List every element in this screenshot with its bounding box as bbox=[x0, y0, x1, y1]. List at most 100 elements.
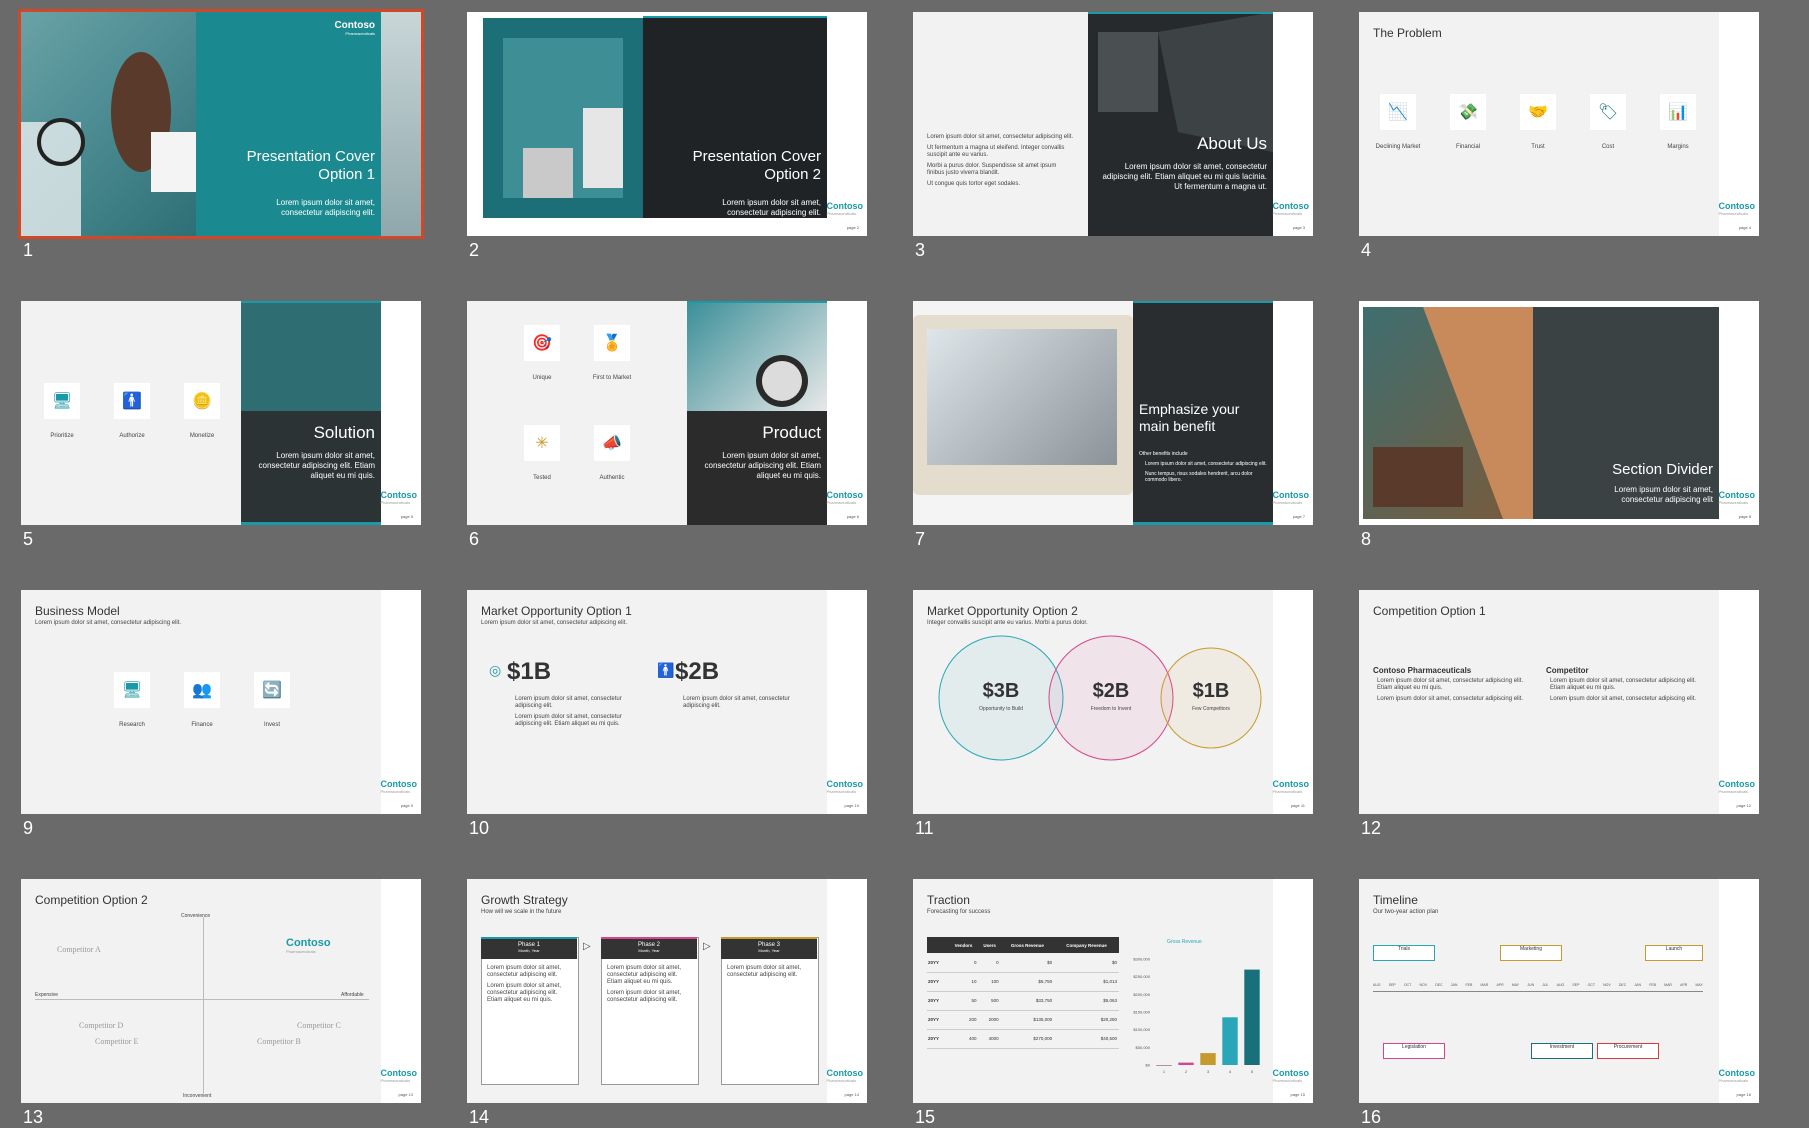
table-cell: 0 bbox=[974, 959, 977, 965]
month-label: DEC bbox=[1618, 983, 1627, 987]
slide-4[interactable]: The Problem 📉 💸 🤝 🏷 📊 Declining Market F… bbox=[1359, 12, 1759, 236]
x-tick-label: 4 bbox=[1229, 1069, 1232, 1074]
contoso-quadrant-logo: Contoso Pharmaceuticals bbox=[286, 937, 331, 954]
slide-thumb-14[interactable]: Growth Strategy How will we scale in the… bbox=[467, 879, 867, 1127]
slide-11[interactable]: Market Opportunity Option 2 Integer conv… bbox=[913, 590, 1313, 814]
monitor-icon: 🖥 bbox=[44, 383, 80, 419]
revenue-bar bbox=[1200, 1053, 1216, 1065]
slide-thumb-8[interactable]: Section Divider Lorem ipsum dolor sit am… bbox=[1359, 301, 1759, 549]
table-cell: 2000 bbox=[988, 1017, 999, 1022]
slide-10-title: Market Opportunity Option 1 bbox=[481, 604, 632, 618]
slide-number-9: 9 bbox=[23, 818, 34, 838]
slide-2[interactable]: Presentation Cover Option 2 Lorem ipsum … bbox=[467, 12, 867, 236]
slide-thumb-2[interactable]: Presentation Cover Option 2 Lorem ipsum … bbox=[467, 12, 867, 260]
month-label: SEP bbox=[1388, 983, 1396, 987]
bar-chart-icon: 📊 bbox=[1660, 94, 1696, 130]
slide-thumb-1[interactable]: Contoso Pharmaceuticals Presentation Cove… bbox=[18, 9, 424, 260]
y-tick-label: $200,000 bbox=[1133, 992, 1150, 997]
slide-number-1: 1 bbox=[23, 240, 34, 260]
slide-number-7: 7 bbox=[915, 529, 926, 549]
slide-13[interactable]: Competition Option 2 Convenience Inconve… bbox=[21, 879, 421, 1103]
month-label: JUN bbox=[1527, 983, 1535, 987]
table-row: 20YY 0 0 $0 $0 bbox=[927, 953, 1119, 972]
venn-circles bbox=[938, 635, 1262, 761]
dental-laptop-photo bbox=[913, 315, 1133, 495]
price-tag-icon: 🏷 bbox=[1590, 94, 1626, 130]
slide-number-11: 11 bbox=[915, 818, 934, 838]
person-icon: 🚹 bbox=[657, 662, 675, 678]
slide-6-title: Product bbox=[762, 423, 821, 442]
table-cell: 20YY bbox=[928, 1017, 940, 1022]
table-cell: 200 bbox=[969, 1017, 977, 1022]
slide-12-title: Competition Option 1 bbox=[1373, 604, 1486, 618]
x-tick-label: 1 bbox=[1163, 1069, 1166, 1074]
slide-7[interactable]: Emphasize your main benefit Other benefi… bbox=[913, 301, 1313, 525]
month-label: OCT bbox=[1587, 983, 1595, 987]
slide-number-4: 4 bbox=[1361, 240, 1372, 260]
instruments-photo bbox=[483, 18, 643, 218]
slide-3[interactable]: About Us Lorem ipsum dolor sit amet, con… bbox=[913, 12, 1313, 236]
slide-6[interactable]: Product Lorem ipsum dolor sit amet, cons… bbox=[467, 301, 867, 525]
revenue-bar bbox=[1222, 1017, 1238, 1065]
table-cell: 10 bbox=[971, 979, 977, 984]
megaphone-icon: 📣 bbox=[594, 425, 630, 461]
month-label: SEP bbox=[1572, 983, 1580, 987]
revenue-bar bbox=[1244, 969, 1260, 1065]
slide-number-10: 10 bbox=[469, 818, 490, 838]
table-cell: 4000 bbox=[988, 1036, 999, 1041]
month-label: AUG bbox=[1373, 983, 1381, 987]
table-row: 20YY 400 4000 $270,000 $40,500 bbox=[927, 1029, 1119, 1048]
month-label: APR bbox=[1496, 983, 1504, 987]
table-cell: 20YY bbox=[928, 998, 940, 1003]
month-label: MAY bbox=[1511, 983, 1520, 987]
target-icon: ◎ bbox=[489, 662, 502, 678]
slide-10[interactable]: Market Opportunity Option 1 Lorem ipsum … bbox=[467, 590, 867, 814]
slide-thumb-12[interactable]: Competition Option 1 Contoso Pharmaceuti… bbox=[1359, 590, 1759, 838]
month-label: MAR bbox=[1664, 983, 1672, 987]
slide-number-14: 14 bbox=[469, 1107, 490, 1127]
network-icon: ✳ bbox=[524, 425, 560, 461]
slide-thumb-15[interactable]: Traction Forecasting for success Vendors… bbox=[913, 879, 1313, 1127]
slide-1[interactable]: Contoso Pharmaceuticals Presentation Cove… bbox=[18, 9, 424, 239]
slide-12[interactable]: Competition Option 1 Contoso Pharmaceuti… bbox=[1359, 590, 1759, 814]
target-icon: 🎯 bbox=[524, 325, 560, 361]
slide-thumb-7[interactable]: Emphasize your main benefit Other benefi… bbox=[913, 301, 1313, 549]
table-cell: $6,750 bbox=[1038, 979, 1053, 984]
slide-thumb-3[interactable]: About Us Lorem ipsum dolor sit amet, con… bbox=[913, 12, 1313, 260]
declining-chart-icon: 📉 bbox=[1380, 94, 1416, 130]
month-label: MAY bbox=[1695, 983, 1703, 987]
slide-13-title: Competition Option 2 bbox=[35, 893, 148, 907]
slide-number-5: 5 bbox=[23, 529, 34, 549]
blood-pressure-photo bbox=[687, 301, 827, 411]
slide-number-8: 8 bbox=[1361, 529, 1372, 549]
slide-thumb-16[interactable]: Timeline Our two-year action plan AUG SEP… bbox=[1359, 879, 1759, 1127]
table-row: 20YY 50 500 $33,750 $5,063 bbox=[927, 991, 1119, 1010]
slide-thumb-13[interactable]: Competition Option 2 Convenience Inconve… bbox=[21, 879, 421, 1127]
slide-5[interactable]: Solution Lorem ipsum dolor sit amet, con… bbox=[21, 301, 421, 525]
slide-number-15: 15 bbox=[915, 1107, 936, 1127]
slide-2-title: Presentation Cover Option 2 bbox=[692, 148, 821, 183]
gross-revenue-chart: $0 $50,000 $100,000 $150,000 $200,000 $250,00… bbox=[1133, 957, 1260, 1074]
traction-table: Vendors Users Gross Revenue Company Reve… bbox=[927, 937, 1119, 1049]
slide-3-bullets: Lorem ipsum dolor sit amet, consectetur … bbox=[927, 134, 1074, 187]
slide-thumb-11[interactable]: Market Opportunity Option 2 Integer conv… bbox=[913, 590, 1313, 838]
slide-9[interactable]: Business Model Lorem ipsum dolor sit ame… bbox=[21, 590, 421, 814]
slide-2-body: Lorem ipsum dolor sit amet, consectetur … bbox=[722, 198, 821, 217]
slide-16[interactable]: Timeline Our two-year action plan AUG SEP… bbox=[1359, 879, 1759, 1103]
slide-14[interactable]: Growth Strategy How will we scale in the… bbox=[467, 879, 867, 1103]
slide-8[interactable]: Section Divider Lorem ipsum dolor sit am… bbox=[1359, 301, 1759, 525]
slide-thumb-6[interactable]: Product Lorem ipsum dolor sit amet, cons… bbox=[467, 301, 867, 549]
slide-5-title: Solution bbox=[313, 423, 375, 442]
slide-thumb-10[interactable]: Market Opportunity Option 1 Lorem ipsum … bbox=[467, 590, 867, 838]
month-label: MAR bbox=[1480, 983, 1489, 987]
slide-thumb-4[interactable]: The Problem 📉 💸 🤝 🏷 📊 Declining Market F… bbox=[1359, 12, 1759, 260]
slide-thumb-9[interactable]: Business Model Lorem ipsum dolor sit ame… bbox=[21, 590, 421, 838]
value-2b: $2B bbox=[675, 658, 720, 685]
revenue-bar bbox=[1178, 1062, 1194, 1065]
table-cell: $270,000 bbox=[1033, 1036, 1053, 1041]
slide-15[interactable]: Traction Forecasting for success Vendors… bbox=[913, 879, 1313, 1103]
month-label: OCT bbox=[1403, 983, 1412, 987]
slide-thumb-5[interactable]: Solution Lorem ipsum dolor sit amet, con… bbox=[21, 301, 421, 549]
x-tick-label: 5 bbox=[1251, 1069, 1254, 1074]
y-tick-label: $300,000 bbox=[1133, 957, 1150, 962]
